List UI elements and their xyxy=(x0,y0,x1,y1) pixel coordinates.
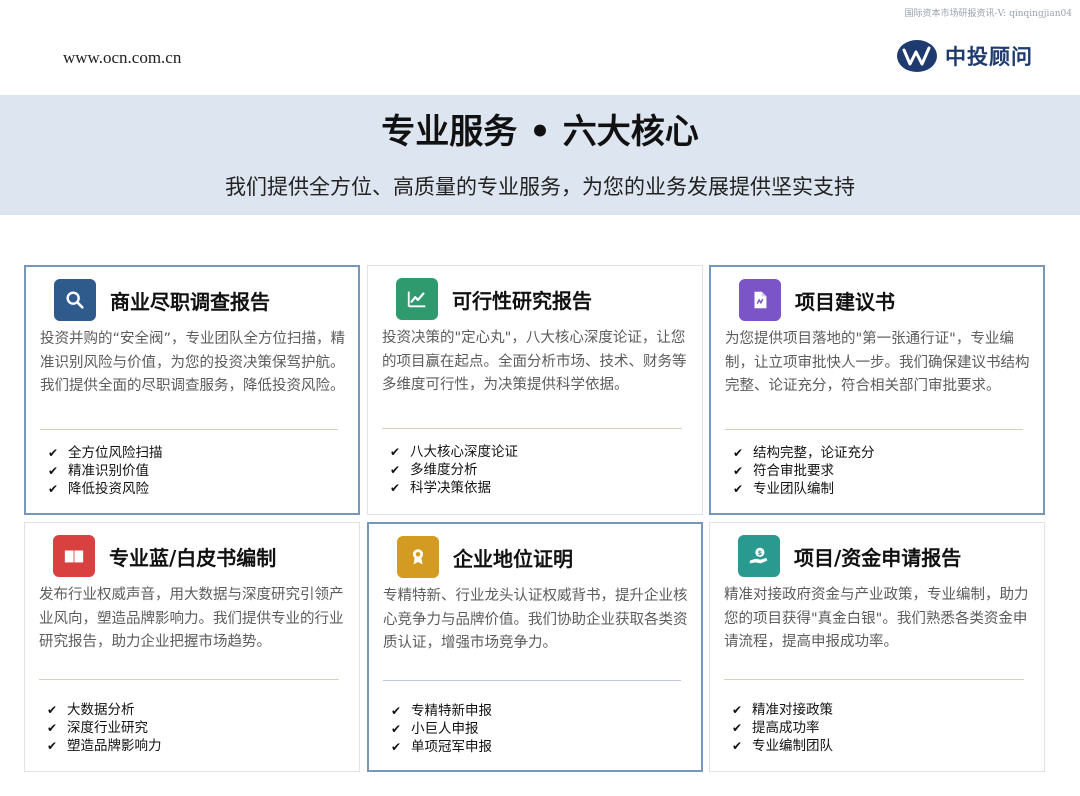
check-icon: ✔ xyxy=(391,740,402,754)
service-card-feasibility[interactable]: 可行性研究报告 投资决策的"定心丸"，八大核心深度论证，让您的项目赢在起点。全面… xyxy=(367,265,703,515)
feature-item: ✔ 小巨人申报 xyxy=(391,721,479,737)
feature-item: ✔ 科学决策依据 xyxy=(390,480,491,496)
card-divider xyxy=(725,429,1023,430)
check-icon: ✔ xyxy=(47,721,58,735)
watermark-text: 国际资本市场研报资讯-V: qinqingjian04 xyxy=(904,9,1072,19)
card-description: 发布行业权威声音，用大数据与深度研究引领产业风向，塑造品牌影响力。我们提供专业的… xyxy=(39,587,344,650)
card-description: 精准对接政府资金与产业政策，专业编制，助力您的项目获得"真金白银"。我们熟悉各类… xyxy=(724,587,1029,650)
card-title: 企业地位证明 xyxy=(453,546,573,571)
search-icon xyxy=(54,279,96,321)
check-icon: ✔ xyxy=(48,446,59,460)
svg-text:$: $ xyxy=(758,549,763,557)
check-icon: ✔ xyxy=(732,739,743,753)
card-divider xyxy=(39,679,339,680)
service-card-project-proposal[interactable]: 项目建议书 为您提供项目落地的"第一张通行证"，专业编制，让立项审批快人一步。我… xyxy=(709,265,1045,515)
feature-item: ✔ 专精特新申报 xyxy=(391,703,492,719)
feature-item: ✔ 符合审批要求 xyxy=(733,463,834,479)
feature-list: ✔ 专精特新申报 ✔ 小巨人申报 ✔ 单项冠军申报 xyxy=(391,702,492,756)
service-card-due-diligence[interactable]: 商业尽职调查报告 投资并购的“安全阀”，专业团队全方位扫描，精准识别风险与价值，… xyxy=(24,265,360,515)
feature-item: ✔ 精准对接政策 xyxy=(732,702,833,718)
brand-logo-icon xyxy=(897,40,937,72)
check-icon: ✔ xyxy=(390,445,401,459)
service-card-whitepaper[interactable]: 专业蓝/白皮书编制 发布行业权威声音，用大数据与深度研究引领产业风向，塑造品牌影… xyxy=(24,522,360,772)
feature-item: ✔ 单项冠军申报 xyxy=(391,739,492,755)
award-icon xyxy=(397,536,439,578)
feature-list: ✔ 精准对接政策 ✔ 提高成功率 ✔ 专业编制团队 xyxy=(732,701,833,755)
card-description: 专精特新、行业龙头认证权威背书，提升企业核心竞争力与品牌价值。我们协助企业获取各… xyxy=(383,588,688,651)
book-icon xyxy=(53,535,95,577)
service-card-fund-application[interactable]: $ 项目/资金申请报告 精准对接政府资金与产业政策，专业编制，助力您的项目获得"… xyxy=(709,522,1045,772)
feature-list: ✔ 结构完整，论证充分 ✔ 符合审批要求 ✔ 专业团队编制 xyxy=(733,444,875,498)
service-card-enterprise-status[interactable]: 企业地位证明 专精特新、行业龙头认证权威背书，提升企业核心竞争力与品牌价值。我们… xyxy=(367,522,703,772)
feature-item: ✔ 专业团队编制 xyxy=(733,481,834,497)
document-icon xyxy=(739,279,781,321)
check-icon: ✔ xyxy=(391,704,402,718)
feature-item: ✔ 塑造品牌影响力 xyxy=(47,738,162,754)
feature-item: ✔ 大数据分析 xyxy=(47,702,135,718)
card-header: 专业蓝/白皮书编制 xyxy=(53,535,276,577)
feature-item: ✔ 精准识别价值 xyxy=(48,463,149,479)
card-description: 投资决策的"定心丸"，八大核心深度论证，让您的项目赢在起点。全面分析市场、技术、… xyxy=(382,330,687,393)
brand-name: 中投顾问 xyxy=(945,45,1033,69)
feature-item: ✔ 多维度分析 xyxy=(390,462,478,478)
page-subtitle: 我们提供全方位、高质量的专业服务，为您的业务发展提供坚实支持 xyxy=(225,175,855,199)
check-icon: ✔ xyxy=(390,481,401,495)
check-icon: ✔ xyxy=(390,463,401,477)
money-hand-icon: $ xyxy=(738,535,780,577)
check-icon: ✔ xyxy=(48,482,59,496)
feature-list: ✔ 八大核心深度论证 ✔ 多维度分析 ✔ 科学决策依据 xyxy=(390,443,518,497)
card-divider xyxy=(40,429,338,430)
check-icon: ✔ xyxy=(48,464,59,478)
line-chart-icon xyxy=(396,278,438,320)
card-title: 商业尽职调查报告 xyxy=(110,289,270,314)
check-icon: ✔ xyxy=(732,721,743,735)
feature-item: ✔ 深度行业研究 xyxy=(47,720,148,736)
feature-list: ✔ 全方位风险扫描 ✔ 精准识别价值 ✔ 降低投资风险 xyxy=(48,444,163,498)
check-icon: ✔ xyxy=(733,464,744,478)
card-title: 项目建议书 xyxy=(795,289,895,314)
brand: 中投顾问 xyxy=(895,38,1033,74)
card-title: 项目/资金申请报告 xyxy=(794,545,962,570)
card-description: 投资并购的“安全阀”，专业团队全方位扫描，精准识别风险与价值，为您的投资决策保驾… xyxy=(40,331,346,394)
check-icon: ✔ xyxy=(733,446,744,460)
card-divider xyxy=(382,428,682,429)
card-header: 企业地位证明 xyxy=(397,536,573,578)
check-icon: ✔ xyxy=(47,703,58,717)
feature-item: ✔ 专业编制团队 xyxy=(732,738,833,754)
check-icon: ✔ xyxy=(733,482,744,496)
card-header: $ 项目/资金申请报告 xyxy=(738,535,961,577)
card-description: 为您提供项目落地的"第一张通行证"，专业编制，让立项审批快人一步。我们确保建议书… xyxy=(725,331,1030,394)
feature-item: ✔ 全方位风险扫描 xyxy=(48,445,163,461)
page-title: 专业服务 • 六大核心 xyxy=(381,112,699,152)
check-icon: ✔ xyxy=(732,703,743,717)
card-title: 可行性研究报告 xyxy=(452,288,592,313)
site-url[interactable]: www.ocn.com.cn xyxy=(63,48,181,68)
check-icon: ✔ xyxy=(47,739,58,753)
feature-item: ✔ 八大核心深度论证 xyxy=(390,444,518,460)
card-header: 可行性研究报告 xyxy=(396,278,592,320)
feature-item: ✔ 结构完整，论证充分 xyxy=(733,445,875,461)
feature-list: ✔ 大数据分析 ✔ 深度行业研究 ✔ 塑造品牌影响力 xyxy=(47,701,162,755)
card-divider xyxy=(724,679,1024,680)
card-title: 专业蓝/白皮书编制 xyxy=(109,545,277,570)
feature-item: ✔ 提高成功率 xyxy=(732,720,820,736)
card-divider xyxy=(383,680,681,681)
check-icon: ✔ xyxy=(391,722,402,736)
card-header: 商业尽职调查报告 xyxy=(54,279,270,321)
feature-item: ✔ 降低投资风险 xyxy=(48,481,149,497)
card-header: 项目建议书 xyxy=(739,279,895,321)
